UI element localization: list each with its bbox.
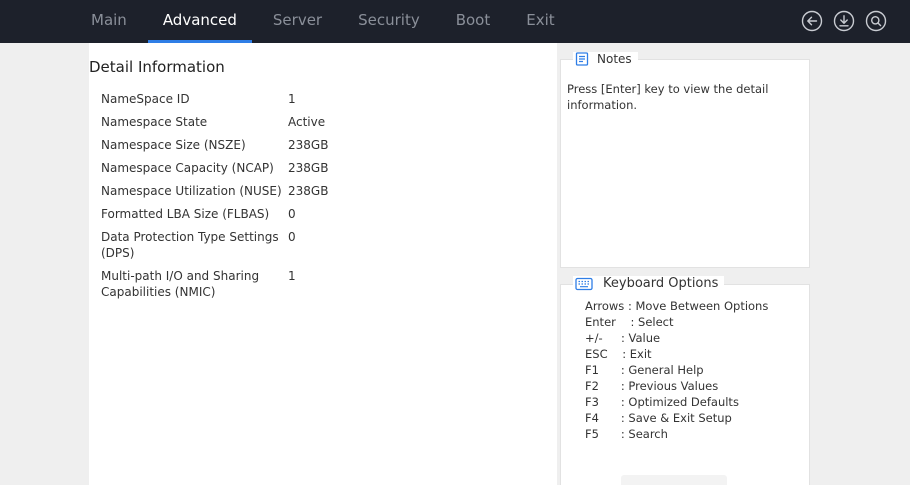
row-label: Data Protection Type Settings (DPS) (101, 230, 279, 260)
tab-advanced[interactable]: Advanced (145, 0, 255, 43)
list-item: Arrows : Move Between Options (585, 298, 768, 314)
row-label: Namespace Size (NSZE) (101, 138, 246, 152)
panel-footer-button[interactable] (621, 475, 727, 485)
row-value: 0 (288, 230, 296, 244)
keyboard-options-panel: Keyboard Options Arrows : Move Between O… (560, 276, 810, 485)
table-row[interactable]: Data Protection Type Settings (DPS) 0 (101, 229, 541, 261)
shortcut-desc: : Previous Values (598, 379, 719, 393)
keyboard-shortcut-list: Arrows : Move Between Options Enter : Se… (585, 298, 768, 442)
page-title: Detail Information (89, 58, 225, 76)
shortcut-key: F5 (585, 427, 599, 441)
list-item: F1 : General Help (585, 362, 768, 378)
keyboard-options-title: Keyboard Options (603, 276, 719, 291)
row-value: 1 (288, 269, 296, 283)
row-label: NameSpace ID (101, 92, 190, 106)
shortcut-desc: : Search (598, 427, 668, 441)
row-value: 238GB (288, 161, 329, 175)
shortcut-key: +/- (585, 331, 603, 345)
notes-text: Press [Enter] key to view the detail inf… (567, 82, 769, 112)
detail-panel: Detail Information NameSpace ID 1 Namesp… (89, 43, 557, 485)
list-item: F5 : Search (585, 426, 768, 442)
shortcut-key: F1 (585, 363, 599, 377)
row-label: Namespace Utilization (NUSE) (101, 184, 282, 198)
row-value: 238GB (288, 184, 329, 198)
notes-header: Notes (573, 52, 638, 66)
detail-list: NameSpace ID 1 Namespace State Active Na… (101, 91, 541, 307)
shortcut-desc: : Select (615, 315, 674, 329)
row-label: Namespace Capacity (NCAP) (101, 161, 274, 175)
tab-boot[interactable]: Boot (438, 0, 509, 43)
table-row[interactable]: Multi-path I/O and Sharing Capabilities … (101, 268, 541, 300)
list-item: Enter : Select (585, 314, 768, 330)
top-icons (800, 9, 888, 33)
tab-main[interactable]: Main (73, 0, 145, 43)
notes-icon (575, 52, 589, 66)
keyboard-options-header: Keyboard Options (573, 276, 725, 291)
notes-panel: Notes Press [Enter] key to view the deta… (560, 52, 810, 268)
shortcut-desc: : General Help (598, 363, 704, 377)
list-item: F4 : Save & Exit Setup (585, 410, 768, 426)
row-value: 0 (288, 207, 296, 221)
table-row[interactable]: Namespace Utilization (NUSE) 238GB (101, 183, 541, 199)
shortcut-desc: : Exit (607, 347, 652, 361)
list-item: F3 : Optimized Defaults (585, 394, 768, 410)
table-row[interactable]: Namespace Size (NSZE) 238GB (101, 137, 541, 153)
row-value: 1 (288, 92, 296, 106)
shortcut-desc: : Optimized Defaults (598, 395, 739, 409)
tab-server[interactable]: Server (255, 0, 340, 43)
menu-tabs: Main Advanced Server Security Boot Exit (73, 0, 573, 43)
row-label: Formatted LBA Size (FLBAS) (101, 207, 270, 221)
shortcut-key: F3 (585, 395, 599, 409)
shortcut-desc: : Value (602, 331, 661, 345)
back-arrow-icon[interactable] (800, 9, 824, 33)
shortcut-key: F4 (585, 411, 599, 425)
tab-security[interactable]: Security (340, 0, 438, 43)
keyboard-icon (575, 277, 593, 290)
table-row[interactable]: Namespace Capacity (NCAP) 238GB (101, 160, 541, 176)
search-icon[interactable] (864, 9, 888, 33)
row-label: Multi-path I/O and Sharing Capabilities … (101, 269, 260, 299)
shortcut-key: ESC (585, 347, 608, 361)
list-item: ESC : Exit (585, 346, 768, 362)
table-row[interactable]: Namespace State Active (101, 114, 541, 130)
tab-exit[interactable]: Exit (508, 0, 572, 43)
shortcut-key: F2 (585, 379, 599, 393)
save-download-icon[interactable] (832, 9, 856, 33)
shortcut-desc: : Move Between Options (624, 299, 769, 313)
row-value: 238GB (288, 138, 329, 152)
row-label: Namespace State (101, 115, 208, 129)
shortcut-key: Arrows (585, 299, 625, 313)
list-item: +/- : Value (585, 330, 768, 346)
table-row[interactable]: NameSpace ID 1 (101, 91, 541, 107)
table-row[interactable]: Formatted LBA Size (FLBAS) 0 (101, 206, 541, 222)
notes-title: Notes (597, 52, 632, 66)
top-menu-bar: Main Advanced Server Security Boot Exit (0, 0, 910, 43)
shortcut-key: Enter (585, 315, 616, 329)
list-item: F2 : Previous Values (585, 378, 768, 394)
shortcut-desc: : Save & Exit Setup (598, 411, 732, 425)
row-value: Active (288, 115, 326, 129)
